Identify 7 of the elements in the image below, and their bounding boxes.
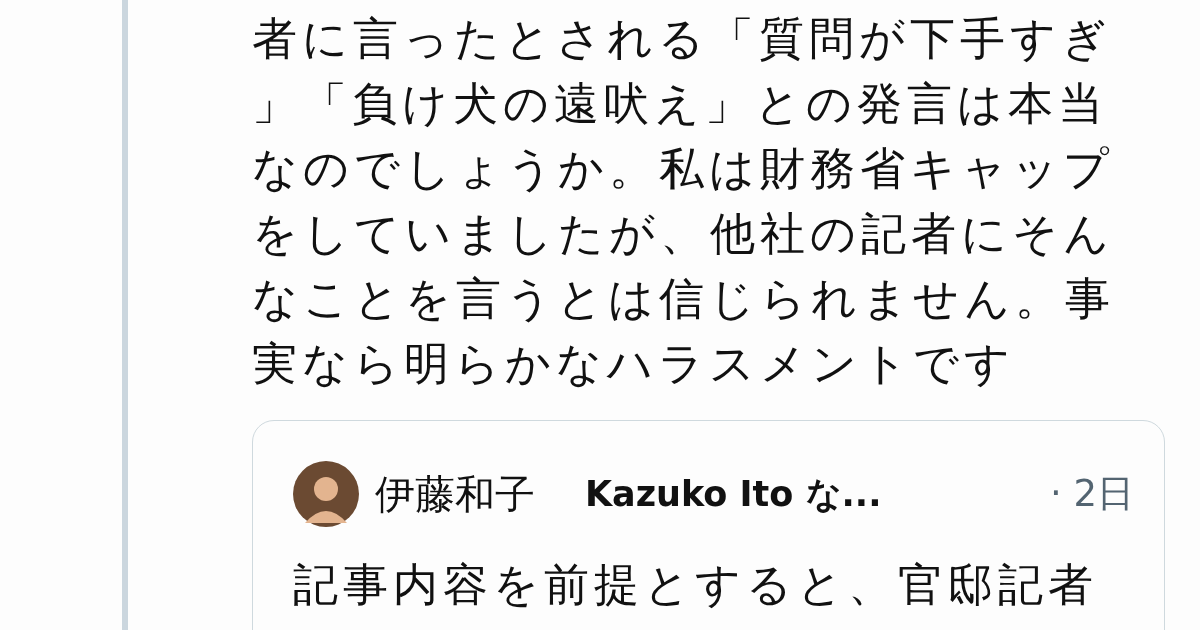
user-handle: Kazuko Ito な...	[585, 472, 882, 516]
avatar-icon	[293, 461, 359, 527]
quoted-tweet-card[interactable]: 伊藤和子 Kazuko Ito な... · 2日 記事内容を前提とすると、官邸記者	[252, 420, 1165, 630]
display-name: 伊藤和子	[375, 469, 535, 519]
tweet-text: 者に言ったとされる「質問が下手すぎ」「負け犬の遠吠え」との発言は本当なのでしょうか。私は財務省キャップをしていましたが、他社の記者にそんなことを言うとは信じられません。事実なら明らかなハラスメントです	[252, 11, 1116, 392]
timestamp: · 2日	[1049, 471, 1134, 517]
quoted-tweet-text: 記事内容を前提とすると、官邸記者	[293, 557, 1099, 613]
